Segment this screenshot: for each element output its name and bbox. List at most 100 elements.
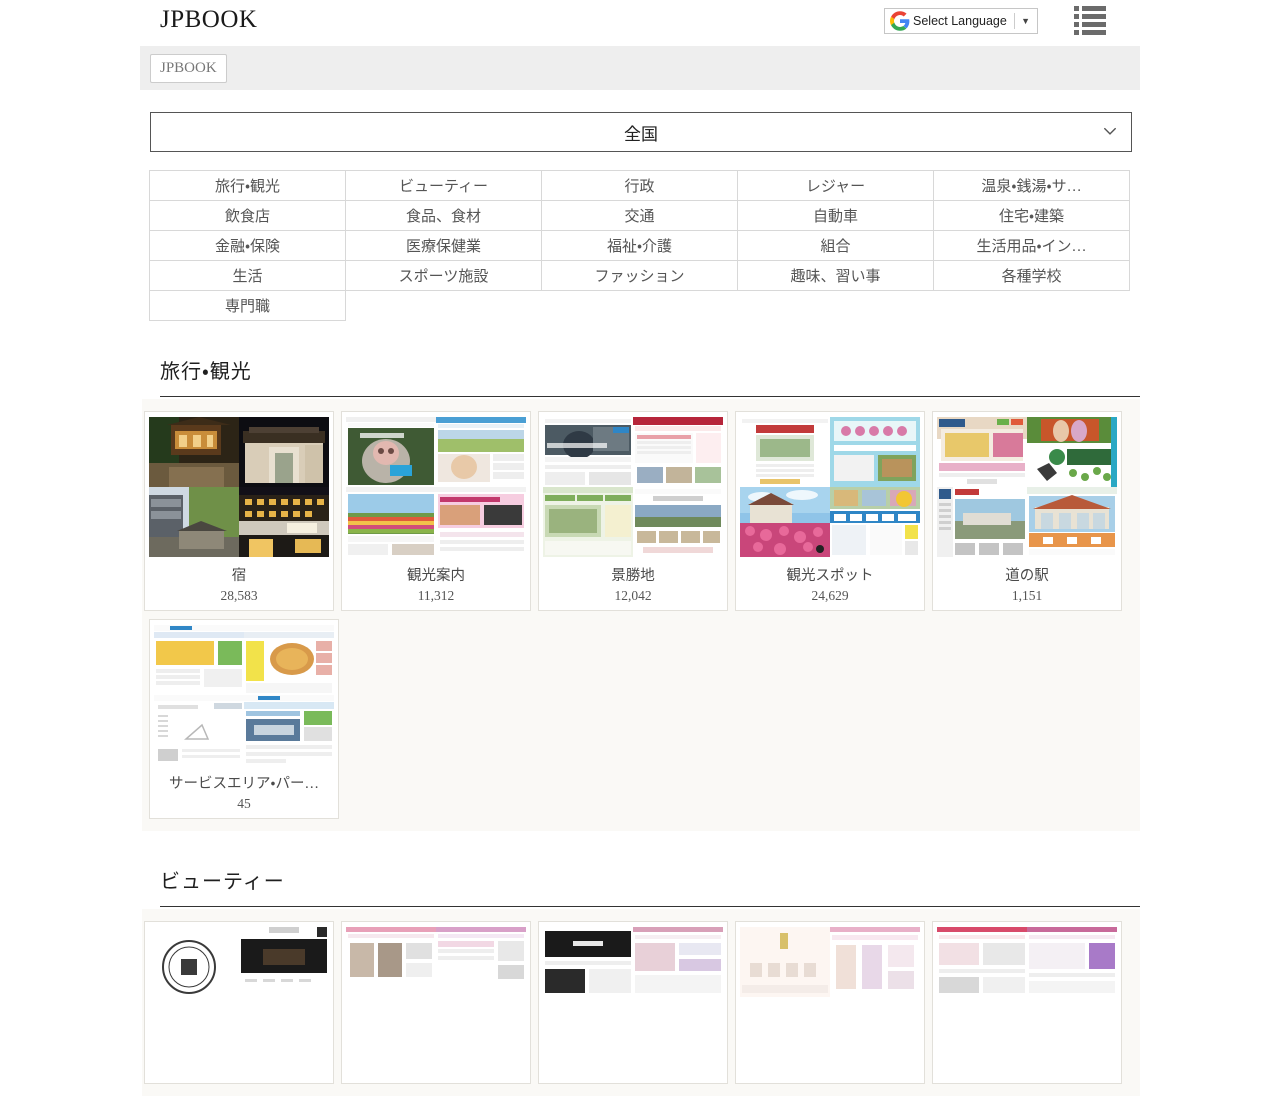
hamburger-row: [1074, 30, 1106, 35]
breadcrumb-item-jpbook[interactable]: JPBOOK: [150, 54, 227, 83]
card-thumbnail: [543, 927, 723, 1067]
category-card[interactable]: 観光スポット 24,629: [735, 411, 925, 611]
chevron-down-icon[interactable]: ▼: [1021, 16, 1037, 26]
google-translate-widget[interactable]: Select Language ▼: [884, 8, 1038, 34]
category-cell[interactable]: ファッション: [542, 261, 738, 291]
translate-separator: [1014, 13, 1015, 29]
thumb-tile: [346, 997, 436, 1067]
category-cell[interactable]: 各種学校: [934, 261, 1130, 291]
card-thumbnail: [740, 927, 920, 1067]
hamburger-row: [1074, 14, 1106, 19]
site-brand-title: JPBOOK: [160, 6, 257, 34]
category-card[interactable]: サービスエリア・パー… 45: [149, 619, 339, 819]
category-table-body: 旅行・観光 ビューティー 行政 レジャー 温泉・銭湯・サ… 飲食店 食品、食材 …: [150, 171, 1130, 321]
thumb-tile: [1027, 487, 1117, 557]
thumb-tile: [543, 417, 633, 487]
category-cell[interactable]: 医療保健業: [346, 231, 542, 261]
empty-cell: [346, 291, 542, 321]
thumb-tile: [740, 417, 830, 487]
card-count: 28,583: [149, 588, 329, 604]
section-header-travel: 旅行・観光: [160, 355, 1140, 397]
thumb-tile: [436, 487, 526, 557]
thumb-tile: [436, 417, 526, 487]
category-card[interactable]: [932, 921, 1122, 1084]
category-card[interactable]: 宿 28,583: [144, 411, 334, 611]
thumb-tile: [239, 927, 329, 997]
hamburger-bullet: [1074, 22, 1079, 27]
thumb-tile: [346, 417, 436, 487]
section-title: 旅行・観光: [160, 361, 252, 383]
card-label: サービスエリア・パー…: [154, 772, 334, 793]
category-cell[interactable]: 行政: [542, 171, 738, 201]
category-cell[interactable]: スポーツ施設: [346, 261, 542, 291]
card-thumbnail: [149, 417, 329, 557]
category-cell[interactable]: 温泉・銭湯・サ…: [934, 171, 1130, 201]
category-cell[interactable]: レジャー: [738, 171, 934, 201]
thumb-tile: [633, 927, 723, 997]
thumb-tile: [633, 487, 723, 557]
category-cell[interactable]: 旅行・観光: [150, 171, 346, 201]
category-cell[interactable]: 交通: [542, 201, 738, 231]
hamburger-list-icon[interactable]: [1074, 6, 1106, 34]
thumb-tile: [543, 997, 633, 1067]
translate-select-label: Select Language: [913, 14, 1012, 28]
table-row: 生活 スポーツ施設 ファッション 趣味、習い事 各種学校: [150, 261, 1130, 291]
site-header: JPBOOK Select Language ▼: [0, 0, 1280, 46]
category-card[interactable]: 道の駅 1,151: [932, 411, 1122, 611]
category-card[interactable]: [341, 921, 531, 1084]
category-cell[interactable]: 組合: [738, 231, 934, 261]
category-cell[interactable]: 金融・保険: [150, 231, 346, 261]
hamburger-bar: [1082, 14, 1106, 19]
category-cell[interactable]: 専門職: [150, 291, 346, 321]
table-row: 専門職: [150, 291, 1130, 321]
hamburger-bar: [1082, 30, 1106, 35]
category-card[interactable]: [538, 921, 728, 1084]
thumb-tile: [830, 417, 920, 487]
thumb-tile: [740, 927, 830, 997]
category-card[interactable]: [735, 921, 925, 1084]
category-card[interactable]: [144, 921, 334, 1084]
category-cell[interactable]: 福祉・介護: [542, 231, 738, 261]
thumb-tile: [543, 487, 633, 557]
card-thumbnail: [346, 417, 526, 557]
thumb-tile: [346, 927, 436, 997]
card-thumbnail: [346, 927, 526, 1067]
category-cell[interactable]: 飲食店: [150, 201, 346, 231]
thumb-tile: [937, 927, 1027, 997]
category-cell[interactable]: 食品、食材: [346, 201, 542, 231]
thumb-tile: [740, 487, 830, 557]
category-cell[interactable]: 生活用品・イン…: [934, 231, 1130, 261]
thumb-tile: [436, 997, 526, 1067]
card-thumbnail: [937, 927, 1117, 1067]
table-row: 旅行・観光 ビューティー 行政 レジャー 温泉・銭湯・サ…: [150, 171, 1130, 201]
thumb-tile: [149, 417, 239, 487]
region-select[interactable]: 全国: [150, 112, 1132, 152]
thumb-tile: [937, 417, 1027, 487]
category-card[interactable]: 観光案内 11,312: [341, 411, 531, 611]
table-row: 飲食店 食品、食材 交通 自動車 住宅・建築: [150, 201, 1130, 231]
section-cards-beauty: [142, 909, 1140, 1096]
card-label: 観光案内: [346, 564, 526, 585]
region-select-value: 全国: [624, 120, 658, 145]
category-cell[interactable]: 住宅・建築: [934, 201, 1130, 231]
thumb-tile: [830, 487, 920, 557]
section-cards-travel: 宿 28,583: [142, 399, 1140, 831]
thumb-tile: [239, 487, 329, 557]
card-thumbnail: [154, 625, 334, 765]
category-cell[interactable]: 生活: [150, 261, 346, 291]
category-cell[interactable]: 自動車: [738, 201, 934, 231]
card-label: 道の駅: [937, 564, 1117, 585]
hamburger-bar: [1082, 6, 1106, 11]
category-table: 旅行・観光 ビューティー 行政 レジャー 温泉・銭湯・サ… 飲食店 食品、食材 …: [149, 170, 1130, 321]
thumb-tile: [346, 487, 436, 557]
thumb-tile: [244, 625, 334, 695]
hamburger-bullet: [1074, 14, 1079, 19]
hamburger-bullet: [1074, 6, 1079, 11]
thumb-tile: [937, 487, 1027, 557]
thumb-tile: [1027, 417, 1117, 487]
category-card[interactable]: 景勝地 12,042: [538, 411, 728, 611]
card-count: 11,312: [346, 588, 526, 604]
category-cell[interactable]: ビューティー: [346, 171, 542, 201]
thumb-tile: [436, 927, 526, 997]
category-cell[interactable]: 趣味、習い事: [738, 261, 934, 291]
